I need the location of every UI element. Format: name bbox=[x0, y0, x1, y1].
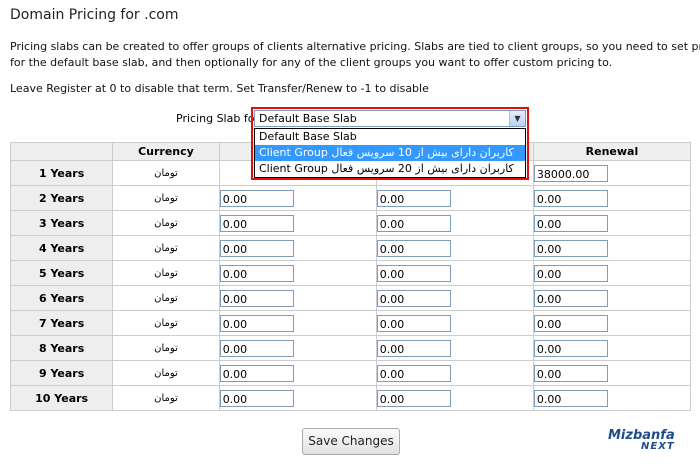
register-input[interactable]: 0.00 bbox=[219, 339, 294, 357]
renewal-input[interactable]: 0.00 bbox=[533, 314, 608, 332]
currency-label: تومان bbox=[112, 360, 220, 386]
header-renewal: Renewal bbox=[532, 142, 692, 161]
transfer-input[interactable]: 0.00 bbox=[376, 314, 451, 332]
term-label: 4 Years bbox=[9, 235, 114, 261]
intro-text-line2: for the default base slab, and then opti… bbox=[10, 56, 613, 69]
pricing-slab-selected: Default Base Slab bbox=[259, 112, 357, 125]
term-label: 1 Years bbox=[9, 160, 114, 186]
currency-label: تومان bbox=[112, 160, 220, 186]
currency-label: تومان bbox=[112, 210, 220, 236]
pricing-table: Currency Renewal 1 Years تومان 38000.00 … bbox=[9, 142, 692, 411]
dropdown-arrow-icon[interactable]: ▼ bbox=[509, 111, 525, 126]
register-input[interactable]: 0.00 bbox=[219, 214, 294, 232]
table-row: 2 Years تومان 0.00 0.00 0.00 bbox=[9, 185, 692, 211]
header-term bbox=[9, 142, 114, 161]
currency-label: تومان bbox=[112, 235, 220, 261]
currency-label: تومان bbox=[112, 285, 220, 311]
mizbanfa-logo: Mizbanfa NEXT bbox=[608, 428, 675, 452]
table-row: 5 Years تومان 0.00 0.00 0.00 bbox=[9, 260, 692, 286]
transfer-input[interactable]: 0.00 bbox=[376, 214, 451, 232]
register-input[interactable]: 0.00 bbox=[219, 289, 294, 307]
renewal-input[interactable]: 0.00 bbox=[533, 389, 608, 407]
term-label: 2 Years bbox=[9, 185, 114, 211]
currency-label: تومان bbox=[112, 385, 220, 411]
table-row: 7 Years تومان 0.00 0.00 0.00 bbox=[9, 310, 692, 336]
transfer-input[interactable]: 0.00 bbox=[376, 364, 451, 382]
slab-option-default[interactable]: Default Base Slab bbox=[255, 129, 525, 145]
table-row: 9 Years تومان 0.00 0.00 0.00 bbox=[9, 360, 692, 386]
term-label: 6 Years bbox=[9, 285, 114, 311]
transfer-input[interactable]: 0.00 bbox=[376, 189, 451, 207]
table-row: 10 Years تومان 0.00 0.00 0.00 bbox=[9, 385, 692, 411]
page-title: Domain Pricing for .com bbox=[10, 7, 179, 23]
pricing-slab-label: Pricing Slab for bbox=[176, 112, 259, 125]
renewal-input[interactable]: 0.00 bbox=[533, 239, 608, 257]
term-label: 8 Years bbox=[9, 335, 114, 361]
term-label: 5 Years bbox=[9, 260, 114, 286]
register-input[interactable]: 0.00 bbox=[219, 189, 294, 207]
transfer-input[interactable]: 0.00 bbox=[376, 339, 451, 357]
header-currency: Currency bbox=[112, 142, 220, 161]
transfer-input[interactable]: 0.00 bbox=[376, 289, 451, 307]
renewal-input[interactable]: 0.00 bbox=[533, 339, 608, 357]
register-input[interactable]: 0.00 bbox=[219, 264, 294, 282]
currency-label: تومان bbox=[112, 335, 220, 361]
slab-option-group-10[interactable]: Client Group کاربران دارای بیش از 10 سرو… bbox=[255, 145, 525, 161]
currency-label: تومان bbox=[112, 310, 220, 336]
save-changes-button[interactable]: Save Changes bbox=[302, 428, 400, 455]
table-row: 8 Years تومان 0.00 0.00 0.00 bbox=[9, 335, 692, 361]
transfer-input[interactable]: 0.00 bbox=[376, 239, 451, 257]
table-row: 6 Years تومان 0.00 0.00 0.00 bbox=[9, 285, 692, 311]
renewal-input[interactable]: 38000.00 bbox=[533, 164, 608, 182]
disable-note: Leave Register at 0 to disable that term… bbox=[10, 82, 429, 95]
transfer-input[interactable]: 0.00 bbox=[376, 389, 451, 407]
term-label: 10 Years bbox=[9, 385, 114, 411]
register-input[interactable]: 0.00 bbox=[219, 389, 294, 407]
renewal-input[interactable]: 0.00 bbox=[533, 264, 608, 282]
term-label: 9 Years bbox=[9, 360, 114, 386]
register-input[interactable]: 0.00 bbox=[219, 314, 294, 332]
register-input[interactable]: 0.00 bbox=[219, 239, 294, 257]
renewal-input[interactable]: 0.00 bbox=[533, 214, 608, 232]
currency-label: تومان bbox=[112, 260, 220, 286]
term-label: 3 Years bbox=[9, 210, 114, 236]
intro-text-line1: Pricing slabs can be created to offer gr… bbox=[10, 40, 700, 53]
renewal-input[interactable]: 0.00 bbox=[533, 289, 608, 307]
term-label: 7 Years bbox=[9, 310, 114, 336]
transfer-input[interactable]: 0.00 bbox=[376, 264, 451, 282]
slab-option-group-20[interactable]: Client Group کاربران دارای بیش از 20 سرو… bbox=[255, 161, 525, 177]
currency-label: تومان bbox=[112, 185, 220, 211]
pricing-slab-select[interactable]: Default Base Slab ▼ bbox=[254, 110, 526, 127]
pricing-slab-dropdown: Default Base Slab Client Group کاربران د… bbox=[254, 128, 526, 178]
table-row: 4 Years تومان 0.00 0.00 0.00 bbox=[9, 235, 692, 261]
renewal-input[interactable]: 0.00 bbox=[533, 364, 608, 382]
table-row: 3 Years تومان 0.00 0.00 0.00 bbox=[9, 210, 692, 236]
renewal-input[interactable]: 0.00 bbox=[533, 189, 608, 207]
register-input[interactable]: 0.00 bbox=[219, 364, 294, 382]
